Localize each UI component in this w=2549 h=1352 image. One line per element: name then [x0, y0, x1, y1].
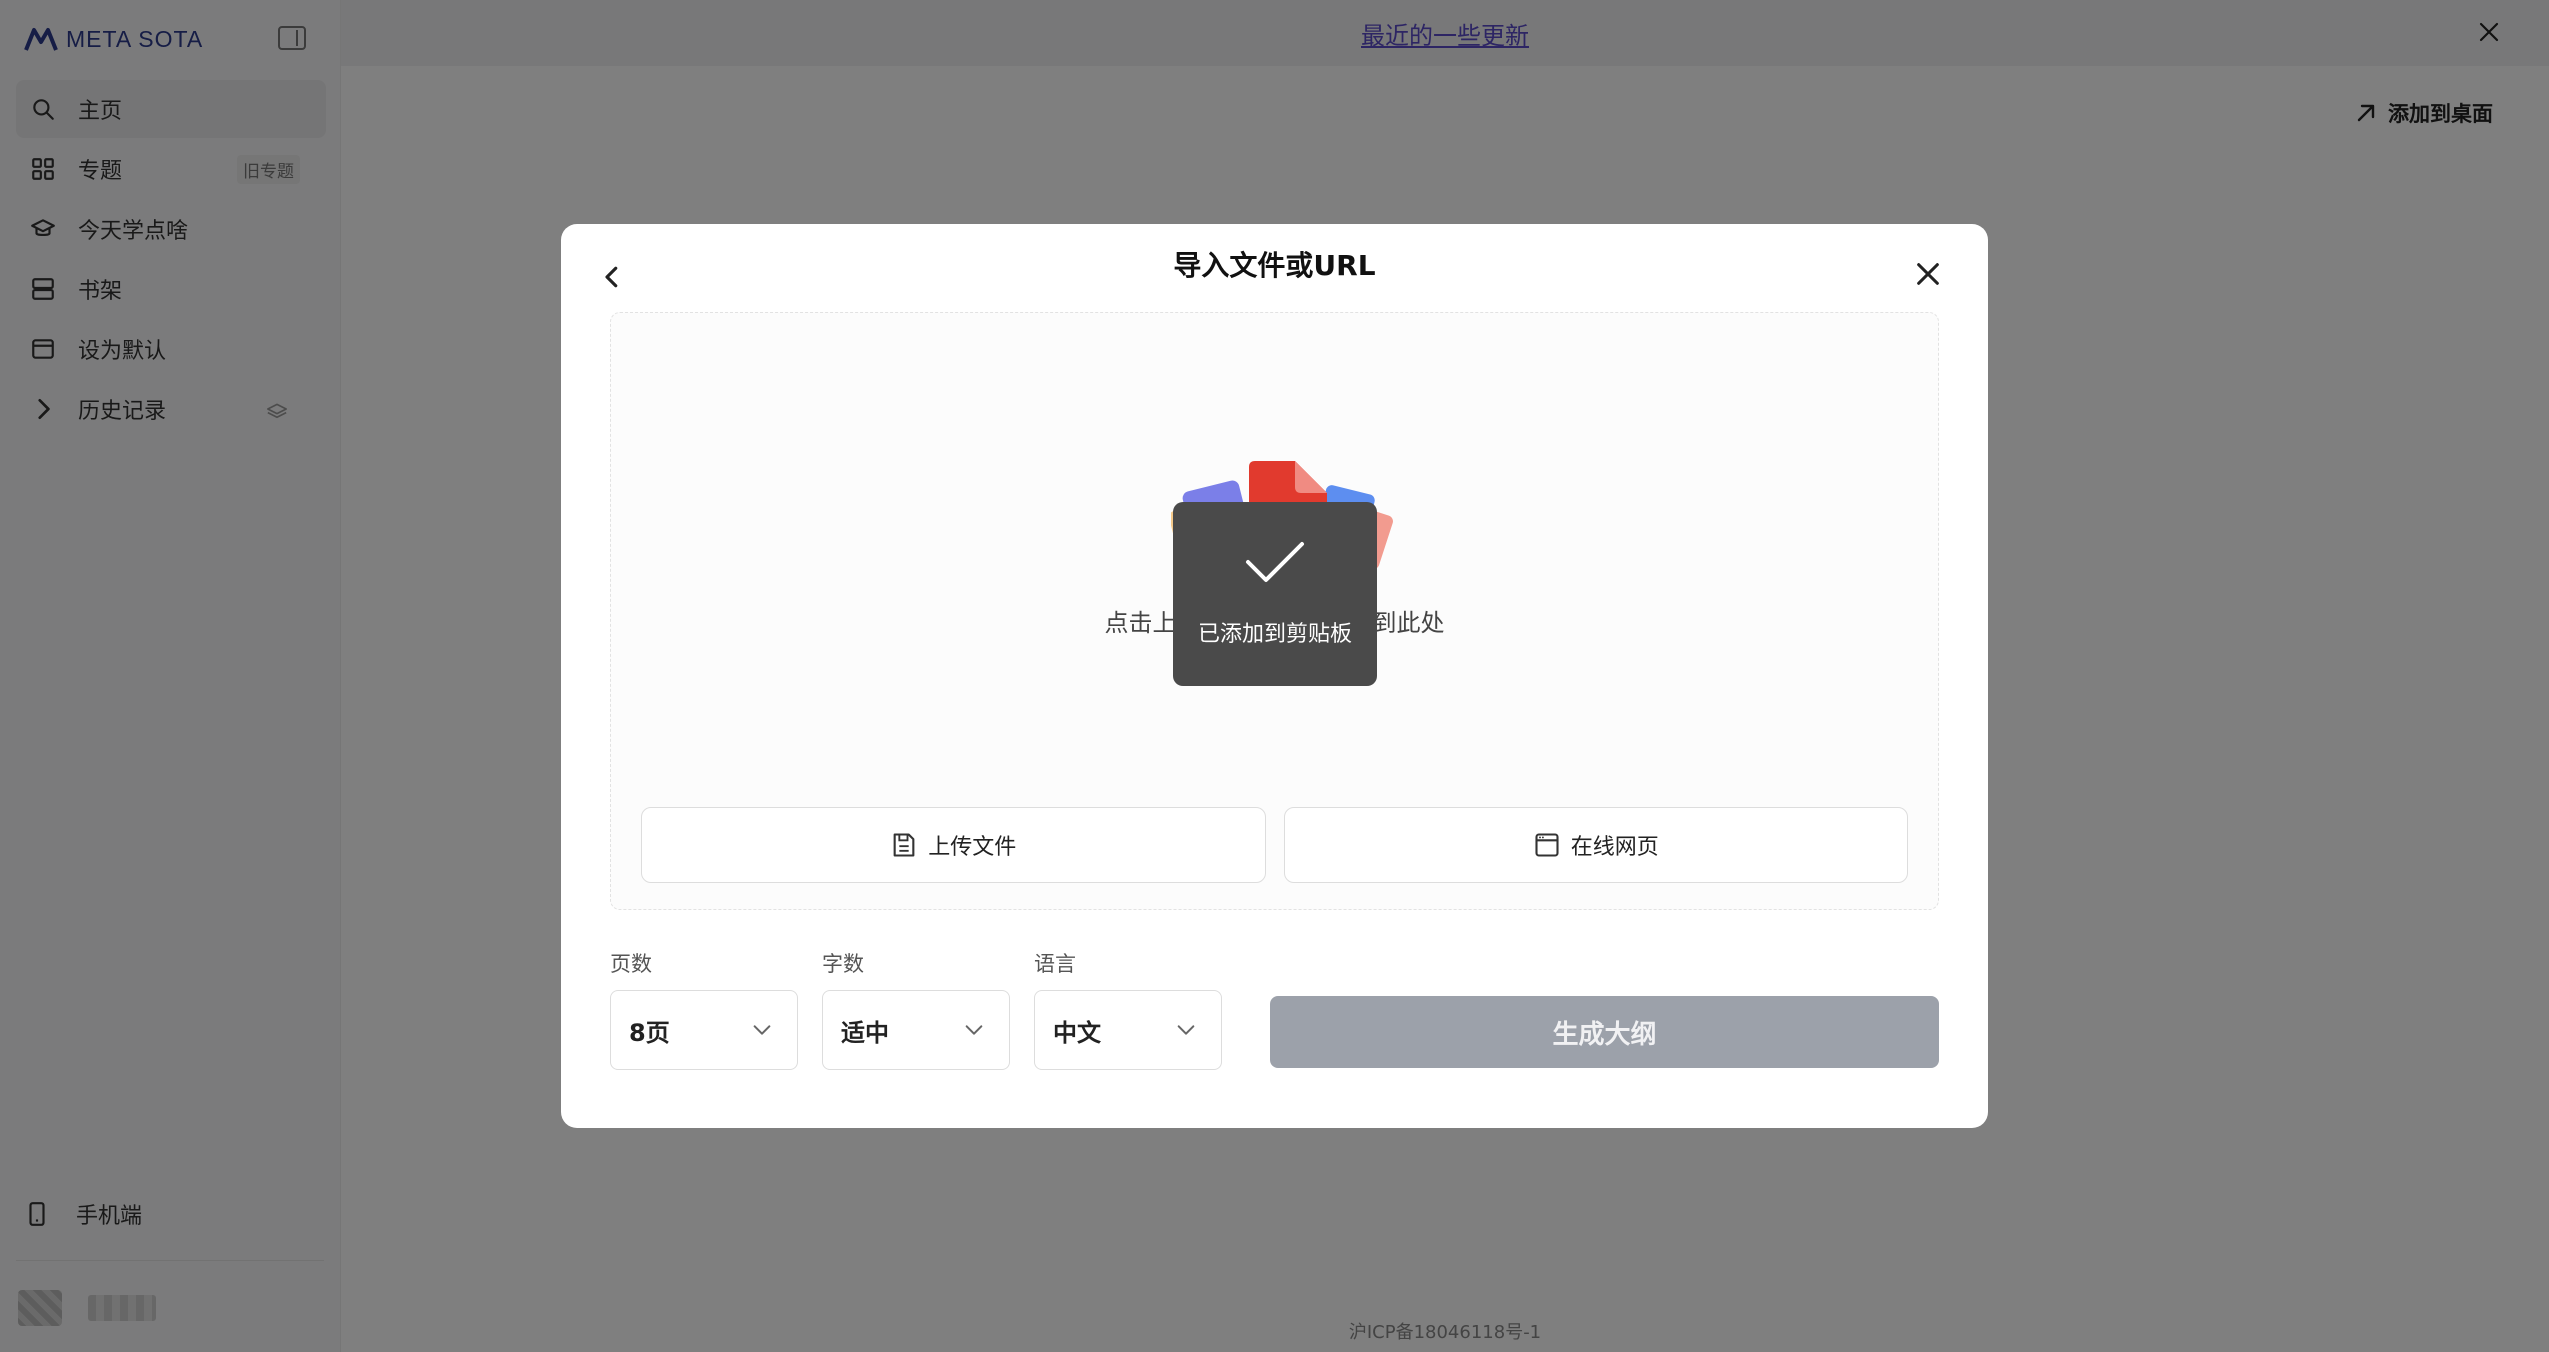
- upload-file-label: 上传文件: [928, 835, 1017, 860]
- language-option: 语言 中文: [1034, 948, 1222, 1070]
- language-label: 语言: [1034, 952, 1076, 976]
- drop-hint-right: 到此处: [1372, 609, 1445, 637]
- browser-window-icon: [1535, 833, 1559, 857]
- chevron-down-icon: [753, 1025, 771, 1035]
- online-webpage-button[interactable]: 在线网页: [1283, 807, 1908, 883]
- generate-outline-button[interactable]: 生成大纲: [1270, 996, 1939, 1068]
- language-select[interactable]: 中文: [1034, 990, 1222, 1070]
- upload-file-button[interactable]: 上传文件: [641, 807, 1266, 883]
- language-value: 中文: [1053, 1018, 1101, 1047]
- online-webpage-label: 在线网页: [1570, 835, 1659, 860]
- toast-message: 已添加到剪贴板: [1197, 622, 1352, 647]
- import-source-buttons: 上传文件 在线网页: [641, 807, 1908, 883]
- words-value: 适中: [841, 1018, 889, 1047]
- pages-option: 页数 8页: [610, 948, 798, 1070]
- words-select[interactable]: 适中: [822, 990, 1010, 1070]
- modal-title: 导入文件或URL: [1173, 249, 1376, 282]
- pages-label: 页数: [610, 952, 652, 976]
- drop-hint-left: 点击上: [1104, 609, 1177, 637]
- pages-value: 8页: [629, 1018, 670, 1047]
- close-icon[interactable]: [1914, 260, 1942, 288]
- chevron-down-icon: [1177, 1025, 1195, 1035]
- words-label: 字数: [822, 952, 864, 976]
- save-disk-icon: [893, 833, 915, 857]
- words-option: 字数 适中: [822, 948, 1010, 1070]
- checkmark-icon: [1246, 542, 1304, 582]
- chevron-down-icon: [965, 1025, 983, 1035]
- pages-select[interactable]: 8页: [610, 990, 798, 1070]
- copied-toast: 已添加到剪贴板: [1173, 502, 1377, 686]
- app-root: META SOTA 主页 专题 旧专题 今天学点啥: [0, 0, 2549, 1352]
